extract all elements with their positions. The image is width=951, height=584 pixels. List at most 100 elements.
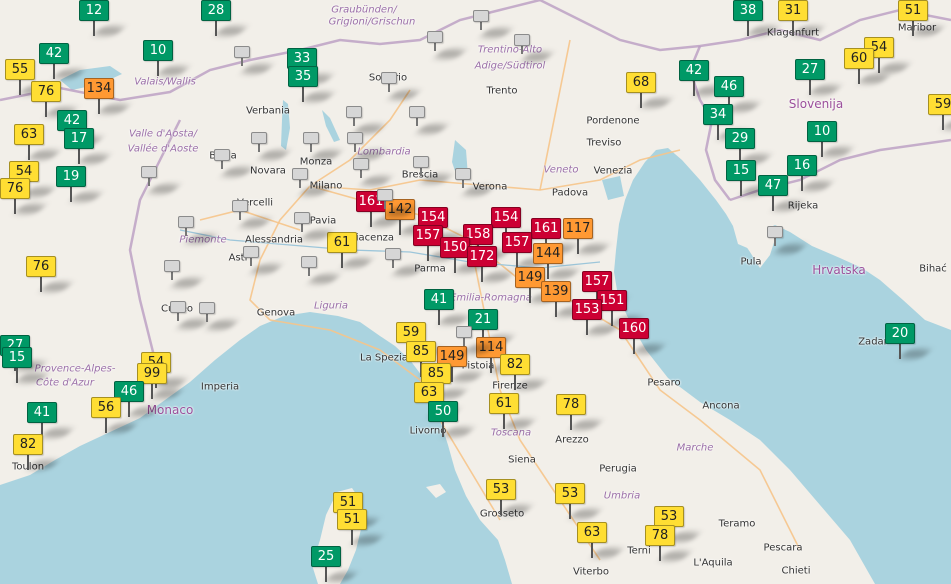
marker-pin — [591, 543, 593, 558]
aqi-station-marker[interactable]: 25 — [311, 546, 359, 584]
station-marker-no-data[interactable] — [227, 38, 275, 82]
aqi-station-marker[interactable]: 10 — [143, 40, 191, 84]
aqi-station-marker[interactable]: 51 — [898, 0, 946, 44]
marker-pin — [177, 313, 179, 321]
aqi-station-marker[interactable]: 38 — [733, 0, 781, 44]
station-marker-no-data[interactable] — [449, 318, 497, 362]
aqi-station-marker[interactable]: 15 — [726, 160, 774, 204]
marker-pin — [70, 187, 72, 202]
marker-pin — [40, 277, 42, 292]
aqi-station-marker[interactable]: 76 — [26, 256, 74, 300]
aqi-value-badge: 150 — [440, 237, 470, 258]
aqi-value-badge: 20 — [885, 323, 915, 344]
station-marker-no-data[interactable] — [236, 238, 284, 282]
aqi-station-marker[interactable]: 68 — [626, 72, 674, 116]
aqi-station-marker[interactable]: 61 — [489, 393, 537, 437]
aqi-value-badge — [413, 156, 429, 168]
aqi-value-badge: 78 — [645, 525, 675, 546]
aqi-station-marker[interactable]: 53 — [555, 483, 603, 527]
aqi-station-marker[interactable]: 42 — [679, 60, 727, 104]
station-marker-no-data[interactable] — [466, 2, 514, 46]
aqi-station-marker[interactable]: 59 — [928, 94, 951, 138]
marker-pin — [693, 81, 695, 96]
aqi-station-marker[interactable]: 150 — [440, 237, 488, 281]
aqi-station-marker[interactable]: 117 — [563, 218, 611, 262]
aqi-value-badge: 15 — [2, 347, 32, 368]
aqi-value-badge: 63 — [577, 522, 607, 543]
aqi-station-marker[interactable]: 50 — [428, 401, 476, 445]
aqi-station-marker[interactable]: 78 — [645, 525, 693, 569]
marker-pin — [514, 375, 516, 390]
aqi-station-marker[interactable]: 63 — [577, 522, 625, 566]
aqi-value-badge: 61 — [489, 393, 519, 414]
aqi-station-marker[interactable]: 20 — [885, 323, 933, 367]
station-marker-no-data[interactable] — [402, 98, 450, 142]
aqi-station-marker[interactable]: 172 — [467, 246, 515, 290]
aqi-station-marker[interactable]: 61 — [327, 232, 375, 276]
marker-pin — [221, 161, 223, 169]
aqi-station-marker[interactable]: 27 — [795, 59, 843, 103]
aqi-value-badge — [243, 246, 259, 258]
station-marker-no-data[interactable] — [507, 26, 555, 70]
aqi-map[interactable]: Graubünden/Grigioni/Grischun Trentino-Alt… — [0, 0, 951, 584]
aqi-station-marker[interactable]: 19 — [56, 166, 104, 210]
marker-pin — [53, 64, 55, 79]
station-marker-no-data[interactable] — [287, 204, 335, 248]
aqi-value-badge: 42 — [39, 43, 69, 64]
aqi-station-marker[interactable]: 82 — [13, 434, 61, 478]
aqi-station-marker[interactable]: 157 — [413, 225, 461, 269]
aqi-station-marker[interactable]: 153 — [572, 299, 620, 343]
aqi-station-marker[interactable]: 16 — [787, 155, 835, 199]
station-marker-no-data[interactable] — [134, 158, 182, 202]
marker-pin — [27, 455, 29, 470]
station-marker-no-data[interactable] — [406, 148, 454, 192]
station-marker-no-data[interactable] — [244, 124, 292, 168]
marker-pin — [241, 58, 243, 66]
station-marker-no-data[interactable] — [420, 23, 468, 67]
aqi-station-marker[interactable]: 53 — [486, 479, 534, 523]
aqi-station-marker[interactable]: 78 — [556, 394, 604, 438]
marker-pin — [899, 344, 901, 359]
aqi-station-marker[interactable]: 12 — [79, 0, 127, 44]
aqi-value-badge: 85 — [421, 363, 451, 384]
station-marker-no-data[interactable] — [448, 160, 496, 204]
aqi-value-badge: 63 — [14, 124, 44, 145]
aqi-station-marker[interactable]: 56 — [91, 397, 139, 441]
marker-pin — [500, 500, 502, 515]
aqi-station-marker[interactable]: 76 — [0, 178, 48, 222]
station-marker-no-data[interactable] — [294, 248, 342, 292]
marker-pin — [569, 504, 571, 519]
marker-pin — [45, 102, 47, 117]
marker-pin — [821, 142, 823, 157]
aqi-value-badge: 41 — [424, 289, 454, 310]
aqi-station-marker[interactable]: 139 — [541, 281, 589, 325]
marker-pin — [206, 314, 208, 322]
aqi-value-badge: 82 — [13, 434, 43, 455]
station-marker-no-data[interactable] — [370, 181, 418, 225]
station-marker-no-data[interactable] — [374, 64, 422, 108]
aqi-station-marker[interactable]: 51 — [337, 509, 385, 553]
station-marker-no-data[interactable] — [225, 192, 273, 236]
aqi-station-marker[interactable]: 31 — [778, 0, 826, 44]
station-marker-no-data[interactable] — [207, 141, 255, 185]
marker-pin — [157, 61, 159, 76]
aqi-station-marker[interactable]: 47 — [758, 175, 806, 219]
station-marker-no-data[interactable] — [192, 294, 240, 338]
station-marker-no-data[interactable] — [285, 160, 333, 204]
aqi-station-marker[interactable]: 15 — [2, 347, 50, 391]
aqi-station-marker[interactable]: 160 — [619, 318, 667, 362]
aqi-value-badge: 25 — [311, 546, 341, 567]
station-marker-no-data[interactable] — [163, 293, 211, 337]
marker-pin — [250, 258, 252, 266]
aqi-station-marker[interactable]: 82 — [500, 354, 548, 398]
marker-pin — [360, 170, 362, 178]
station-marker-no-data[interactable] — [378, 240, 426, 284]
aqi-station-marker[interactable]: 60 — [844, 48, 892, 92]
marker-pin — [740, 181, 742, 196]
station-marker-no-data[interactable] — [760, 218, 808, 262]
aqi-station-marker[interactable]: 134 — [84, 78, 132, 122]
station-marker-no-data[interactable] — [171, 208, 219, 252]
aqi-station-marker[interactable]: 35 — [288, 66, 336, 110]
marker-pin — [503, 414, 505, 429]
station-marker-no-data[interactable] — [157, 252, 205, 296]
